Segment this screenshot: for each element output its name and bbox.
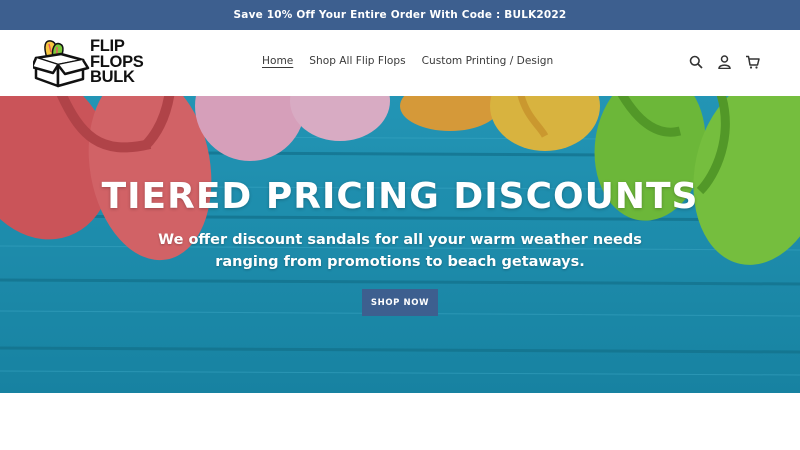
announcement-text: Save 10% Off Your Entire Order With Code… — [233, 9, 567, 21]
account-icon[interactable] — [716, 54, 732, 70]
announcement-bar: Save 10% Off Your Entire Order With Code… — [0, 0, 800, 30]
nav-item-shop-all[interactable]: Shop All Flip Flops — [309, 55, 405, 67]
box-logo-icon — [33, 40, 90, 88]
cart-icon[interactable] — [744, 54, 760, 70]
site-header: FLIP FLOPS BULK Home Shop All Flip Flops… — [0, 30, 800, 96]
search-icon[interactable] — [688, 54, 704, 70]
hero-banner: TIERED PRICING DISCOUNTS We offer discou… — [0, 96, 800, 393]
nav-item-home[interactable]: Home — [262, 55, 293, 67]
shop-now-button[interactable]: SHOP NOW — [362, 289, 438, 316]
nav-item-custom-printing[interactable]: Custom Printing / Design — [422, 55, 554, 67]
logo-wordmark: FLIP FLOPS BULK — [90, 38, 144, 86]
hero-subtitle: We offer discount sandals for all your w… — [158, 232, 642, 270]
hero-title: TIERED PRICING DISCOUNTS — [101, 176, 699, 217]
logo-line-3: BULK — [90, 68, 135, 86]
main-nav: Home Shop All Flip Flops Custom Printing… — [262, 55, 553, 67]
header-icons — [688, 54, 760, 70]
site-logo[interactable]: FLIP FLOPS BULK — [33, 36, 149, 92]
